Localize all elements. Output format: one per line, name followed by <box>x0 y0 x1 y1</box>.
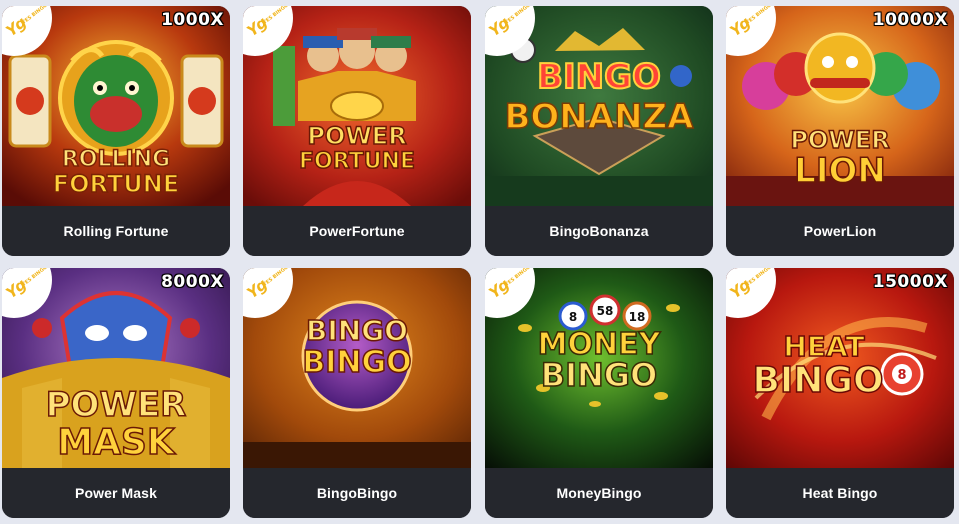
game-title[interactable]: Power Mask <box>2 468 230 518</box>
game-logo-line2: LION <box>794 151 886 191</box>
game-logo-line1: BINGO <box>537 57 661 97</box>
bingo-ball-label: 58 <box>597 304 614 318</box>
game-logo-line2: BINGO <box>302 345 411 380</box>
game-card-power-fortune[interactable]: POWER FORTUNE Yg YES BINGO PowerFortune <box>243 6 471 256</box>
game-logo-line1: POWER <box>46 385 187 425</box>
game-card-money-bingo[interactable]: 8 58 18 MONEY BINGO Yg YES BINGO MoneyBi… <box>485 268 713 518</box>
game-logo-line2: FORTUNE <box>53 170 180 198</box>
provider-sub-label: YES BINGO <box>745 6 773 26</box>
game-card-bingo-bingo[interactable]: BINGO BINGO Yg YES BINGO BingoBingo <box>243 268 471 518</box>
multiplier-badge: 1000X <box>161 10 224 30</box>
game-logo-line1: POWER <box>790 126 889 154</box>
multiplier-badge: 8000X <box>161 272 224 292</box>
game-title[interactable]: BingoBingo <box>243 468 471 518</box>
game-logo-line2: BINGO <box>541 356 658 394</box>
game-card-power-mask[interactable]: POWER MASK Yg YES BINGO 8000X Power Mask <box>2 268 230 518</box>
game-title[interactable]: BingoBonanza <box>485 206 713 256</box>
bingo-ball-label: 8 <box>897 368 906 383</box>
multiplier-badge: 10000X <box>872 10 948 30</box>
game-logo-line1: BINGO <box>306 314 408 347</box>
game-logo-line1: HEAT <box>783 330 864 363</box>
game-card-bingo-bonanza[interactable]: BINGO BONANZA Yg YES BINGO BingoBonanza <box>485 6 713 256</box>
game-card-rolling-fortune[interactable]: ROLLING FORTUNE Yg YES BINGO 1000X Rolli… <box>2 6 230 256</box>
game-title[interactable]: PowerFortune <box>243 206 471 256</box>
game-logo-line2: BONANZA <box>504 97 694 137</box>
game-logo-line1: POWER <box>307 122 406 150</box>
provider-sub-label: YES BINGO <box>504 268 532 288</box>
provider-sub-label: YES BINGO <box>504 6 532 26</box>
provider-sub-label: YES BINGO <box>262 6 290 26</box>
bingo-ball-label: 8 <box>569 310 577 324</box>
provider-sub-label: YES BINGO <box>745 268 773 288</box>
game-card-heat-bingo[interactable]: 8 HEAT BINGO Yg YES BINGO 15000X Heat Bi… <box>726 268 954 518</box>
game-logo-line2: MASK <box>57 422 176 463</box>
multiplier-badge: 15000X <box>872 272 948 292</box>
game-logo-line1: ROLLING <box>62 147 170 172</box>
game-card-power-lion[interactable]: POWER LION Yg YES BINGO 10000X PowerLion <box>726 6 954 256</box>
provider-sub-label: YES BINGO <box>262 268 290 288</box>
game-logo-line2: BINGO <box>752 360 883 401</box>
bingo-ball-label: 18 <box>629 310 646 324</box>
game-logo-line2: FORTUNE <box>299 149 415 174</box>
game-title[interactable]: MoneyBingo <box>485 468 713 518</box>
game-title[interactable]: PowerLion <box>726 206 954 256</box>
game-title[interactable]: Rolling Fortune <box>2 206 230 256</box>
game-title[interactable]: Heat Bingo <box>726 468 954 518</box>
provider-sub-label: YES BINGO <box>21 6 49 26</box>
provider-sub-label: YES BINGO <box>21 268 49 288</box>
